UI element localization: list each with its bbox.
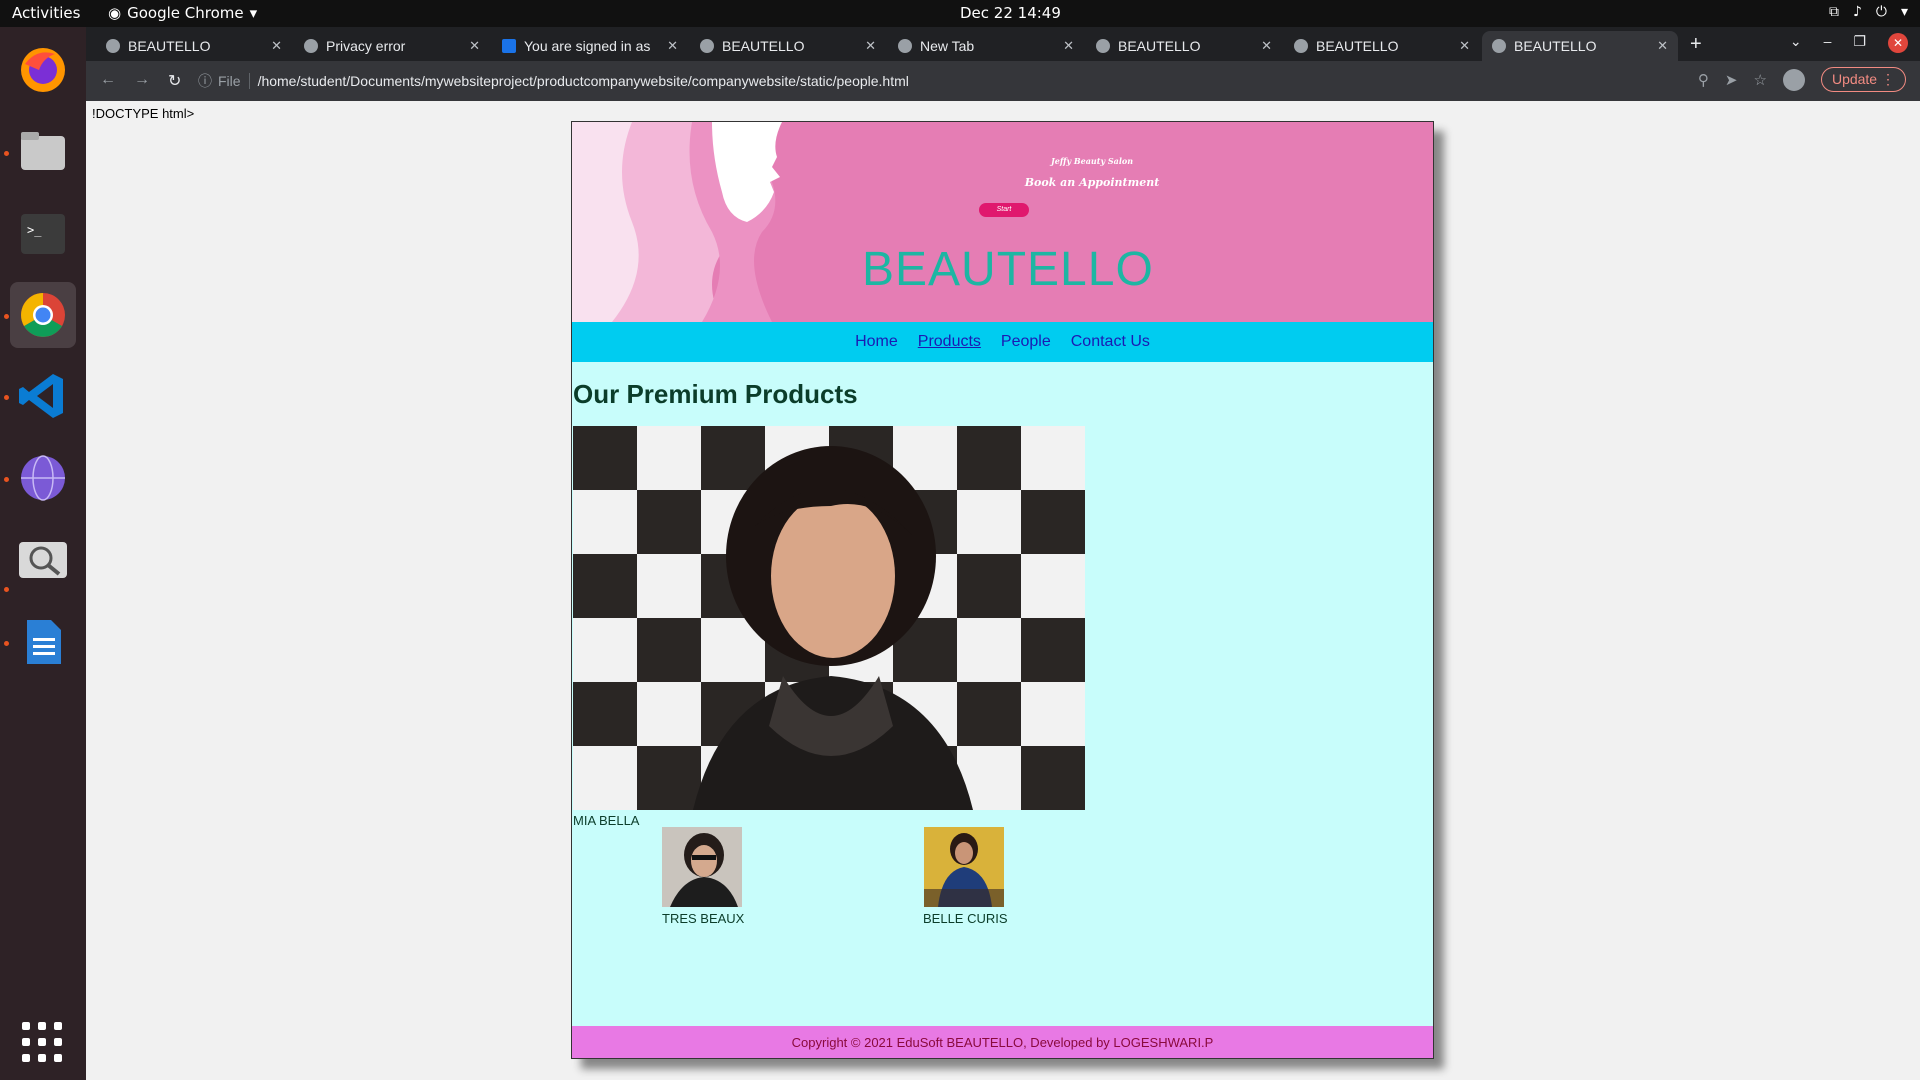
product-thumbnail: [924, 827, 1004, 907]
tab-beautello-1[interactable]: BEAUTELLO ✕: [96, 31, 292, 61]
hero-caption: MIA BELLA: [573, 813, 640, 828]
tab-beautello-active[interactable]: BEAUTELLO ✕: [1482, 31, 1678, 61]
close-tab-icon[interactable]: ✕: [271, 38, 282, 54]
profile-avatar[interactable]: [1782, 68, 1805, 91]
writer-icon[interactable]: [10, 609, 76, 675]
info-icon[interactable]: ⓘ: [198, 71, 212, 91]
close-tab-icon[interactable]: ✕: [1063, 38, 1074, 54]
app-menu[interactable]: ◉ Google Chrome ▾: [108, 4, 257, 22]
tab-search-icon[interactable]: ⌄: [1790, 33, 1802, 53]
window-controls: ⌄ – ❐ ✕: [1790, 33, 1908, 53]
tab-new-tab[interactable]: New Tab ✕: [888, 31, 1084, 61]
site-container: Jeffy Beauty Salon Book an Appointment S…: [571, 121, 1434, 1059]
tab-signed-in[interactable]: You are signed in as ✕: [492, 31, 688, 61]
browser-window: BEAUTELLO ✕ Privacy error ✕ You are signed…: [86, 27, 1920, 1080]
restore-icon[interactable]: ❐: [1853, 33, 1866, 53]
close-tab-icon[interactable]: ✕: [469, 38, 480, 54]
tab-label: BEAUTELLO: [1514, 38, 1597, 54]
favicon-icon: [304, 39, 318, 53]
tab-label: BEAUTELLO: [128, 38, 211, 54]
tab-beautello-4[interactable]: BEAUTELLO ✕: [1284, 31, 1480, 61]
url-text[interactable]: /home/student/Documents/mywebsiteproject…: [258, 73, 909, 89]
system-tray[interactable]: ⧉ ♪ ⏻ ▾: [1829, 4, 1908, 20]
site-nav: Home Products People Contact Us: [572, 322, 1433, 362]
tab-label: BEAUTELLO: [1316, 38, 1399, 54]
close-tab-icon[interactable]: ✕: [865, 38, 876, 54]
tab-privacy-error[interactable]: Privacy error ✕: [294, 31, 490, 61]
update-button[interactable]: Update ⋮: [1820, 67, 1906, 92]
nav-home[interactable]: Home: [855, 333, 898, 351]
minimize-icon[interactable]: –: [1824, 33, 1832, 53]
banner: Jeffy Beauty Salon Book an Appointment S…: [572, 122, 1433, 322]
svg-text:>_: >_: [27, 223, 42, 237]
favicon-icon: [502, 39, 516, 53]
tab-label: You are signed in as: [524, 38, 651, 54]
tab-label: BEAUTELLO: [722, 38, 805, 54]
tab-label: New Tab: [920, 38, 975, 54]
image-viewer-icon[interactable]: [10, 527, 76, 593]
back-icon[interactable]: ←: [100, 71, 116, 91]
new-tab-icon[interactable]: +: [1690, 33, 1702, 56]
caret-down-icon: ▾: [249, 4, 258, 22]
vscode-icon[interactable]: [10, 363, 76, 429]
start-button[interactable]: Start: [979, 203, 1029, 217]
files-icon[interactable]: [10, 119, 76, 185]
site-brand-title: BEAUTELLO: [862, 243, 1154, 296]
send-icon[interactable]: ➤: [1725, 71, 1738, 89]
book-appointment-text: Book an Appointment: [1024, 176, 1160, 189]
chrome-icon[interactable]: [10, 282, 76, 348]
zoom-icon[interactable]: ⚲: [1698, 71, 1709, 89]
tab-label: Privacy error: [326, 38, 406, 54]
nav-people[interactable]: People: [1001, 333, 1051, 351]
activities-button[interactable]: Activities: [12, 4, 80, 22]
clock[interactable]: Dec 22 14:49: [960, 4, 1061, 22]
favicon-icon: [106, 39, 120, 53]
close-tab-icon[interactable]: ✕: [667, 38, 678, 54]
close-window-icon[interactable]: ✕: [1888, 33, 1908, 53]
nav-contact-us[interactable]: Contact Us: [1071, 333, 1150, 351]
site-footer: Copyright © 2021 EduSoft BEAUTELLO, Deve…: [572, 1026, 1433, 1058]
chrome-icon: [898, 39, 912, 53]
toolbar: ← → ↻ ⓘ File /home/student/Documents/myw…: [86, 61, 1920, 101]
thumbnail-caption: BELLE CURIS: [923, 911, 1008, 926]
bookmark-star-icon[interactable]: ☆: [1754, 71, 1767, 89]
page-viewport: !DOCTYPE html> Jeffy Beauty Salon Book a…: [86, 101, 1920, 1080]
globe-icon: [1294, 39, 1308, 53]
favicon-icon: [1096, 39, 1110, 53]
tab-beautello-2[interactable]: BEAUTELLO ✕: [690, 31, 886, 61]
tab-strip: BEAUTELLO ✕ Privacy error ✕ You are signed…: [86, 27, 1920, 61]
hero-product-image: [573, 426, 1085, 810]
salon-tagline: Jeffy Beauty Salon: [1050, 156, 1134, 166]
show-apps-icon[interactable]: [22, 1022, 64, 1064]
terminal-icon[interactable]: >_: [10, 201, 76, 267]
doctype-text: !DOCTYPE html>: [92, 106, 195, 121]
globe-app-icon[interactable]: [10, 445, 76, 511]
chrome-icon: ◉: [108, 4, 122, 22]
tab-beautello-3[interactable]: BEAUTELLO ✕: [1086, 31, 1282, 61]
thumbnail-caption: TRES BEAUX: [662, 911, 745, 926]
power-icon: ⏻: [1875, 4, 1887, 20]
caret-down-icon: ▾: [1900, 4, 1908, 20]
reload-icon[interactable]: ↻: [168, 71, 181, 91]
update-label: Update: [1831, 71, 1878, 87]
network-icon: ⧉: [1828, 4, 1839, 20]
volume-icon: ♪: [1852, 4, 1862, 20]
close-tab-icon[interactable]: ✕: [1459, 38, 1470, 54]
globe-icon: [700, 39, 714, 53]
close-tab-icon[interactable]: ✕: [1261, 38, 1272, 54]
file-scheme-label: File: [218, 73, 250, 89]
forward-icon[interactable]: →: [134, 71, 150, 91]
close-tab-icon[interactable]: ✕: [1657, 38, 1668, 54]
system-top-bar: Activities ◉ Google Chrome ▾ Dec 22 14:4…: [0, 0, 1920, 27]
nav-products[interactable]: Products: [918, 333, 981, 351]
woman-silhouette-icon: [572, 122, 782, 322]
dock: >_: [0, 27, 86, 1080]
tab-label: BEAUTELLO: [1118, 38, 1201, 54]
app-menu-label: Google Chrome: [127, 4, 244, 22]
page-heading: Our Premium Products: [573, 379, 858, 409]
address-bar[interactable]: ⓘ File /home/student/Documents/mywebsite…: [198, 66, 1758, 96]
product-thumbnail: [662, 827, 742, 907]
firefox-icon[interactable]: [10, 37, 76, 103]
globe-icon: [1492, 39, 1506, 53]
